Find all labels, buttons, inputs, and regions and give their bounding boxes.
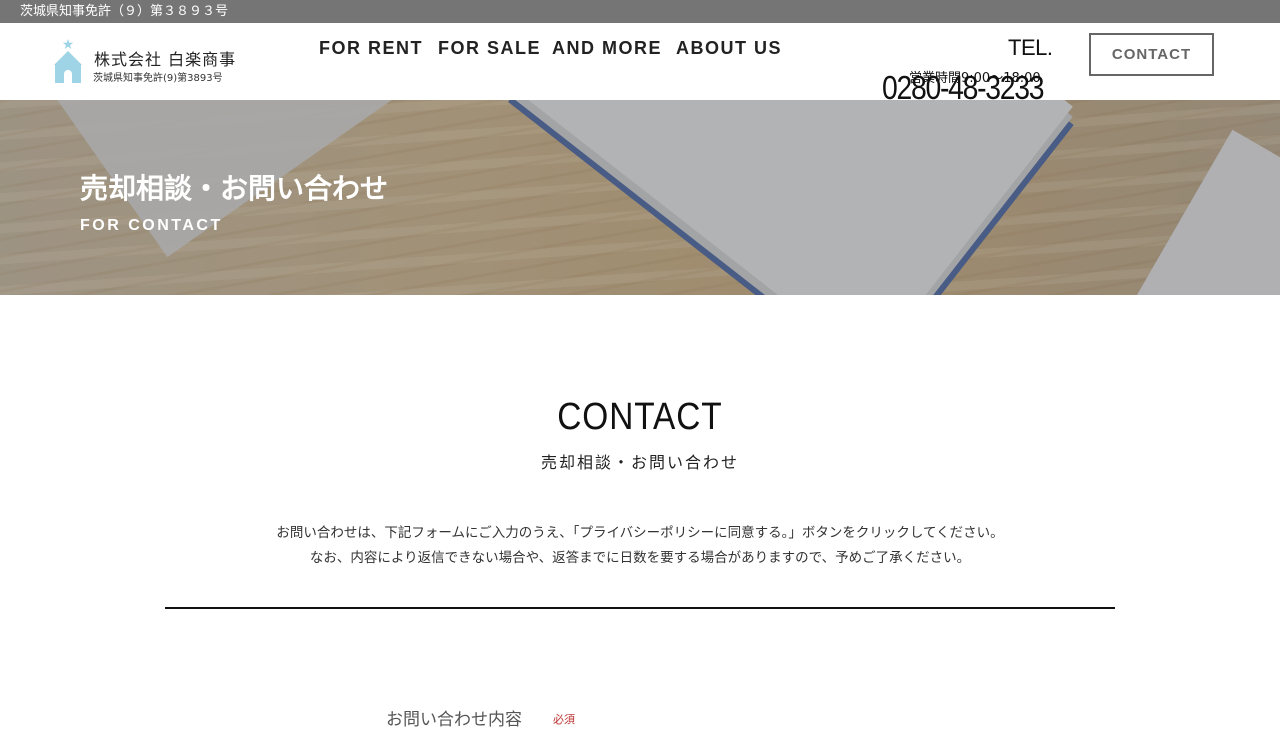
tel-label: TEL. [1008, 35, 1053, 60]
hero-banner: 売却相談・お問い合わせ FOR CONTACT [0, 100, 1280, 295]
nav-for-sale[interactable]: FOR SALE [438, 38, 541, 59]
required-badge: 必須 [553, 713, 575, 726]
nav-about-us[interactable]: ABOUT US [676, 38, 782, 59]
site-logo[interactable]: 株式会社 白楽商事 茨城県知事免許(9)第3893号 [52, 39, 252, 87]
hero-title: 売却相談・お問い合わせ [80, 172, 389, 205]
license-bar: 茨城県知事免許（９）第３８９３号 [0, 0, 1280, 23]
company-license: 茨城県知事免許(9)第3893号 [93, 73, 223, 84]
hero-subtitle: FOR CONTACT [80, 217, 223, 234]
section-subtitle: 売却相談・お問い合わせ [540, 453, 739, 472]
contact-instructions: お問い合わせは、下記フォームにご入力のうえ、「プライバシーポリシーに同意する。」… [0, 521, 1280, 571]
site-header: 株式会社 白楽商事 茨城県知事免許(9)第3893号 FOR RENT FOR … [0, 23, 1280, 106]
instruction-line-2: なお、内容により返信できない場合や、返答までに日数を要する場合がありますので、予… [309, 550, 971, 566]
company-name: 株式会社 白楽商事 [94, 50, 237, 69]
contact-button[interactable]: CONTACT [1089, 33, 1214, 76]
instruction-line-1: お問い合わせは、下記フォームにご入力のうえ、「プライバシーポリシーに同意する。」… [276, 525, 1004, 541]
section-title: CONTACT [0, 396, 1280, 439]
nav-for-rent[interactable]: FOR RENT [319, 38, 423, 59]
nav-and-more[interactable]: AND MORE [552, 38, 662, 59]
section-title-text: CONTACT [557, 396, 723, 438]
license-text: 茨城県知事免許（９）第３８９３号 [20, 4, 229, 19]
house-logo-icon [54, 39, 82, 83]
section-divider [165, 607, 1115, 609]
inquiry-field-label: お問い合わせ内容 [386, 710, 522, 730]
